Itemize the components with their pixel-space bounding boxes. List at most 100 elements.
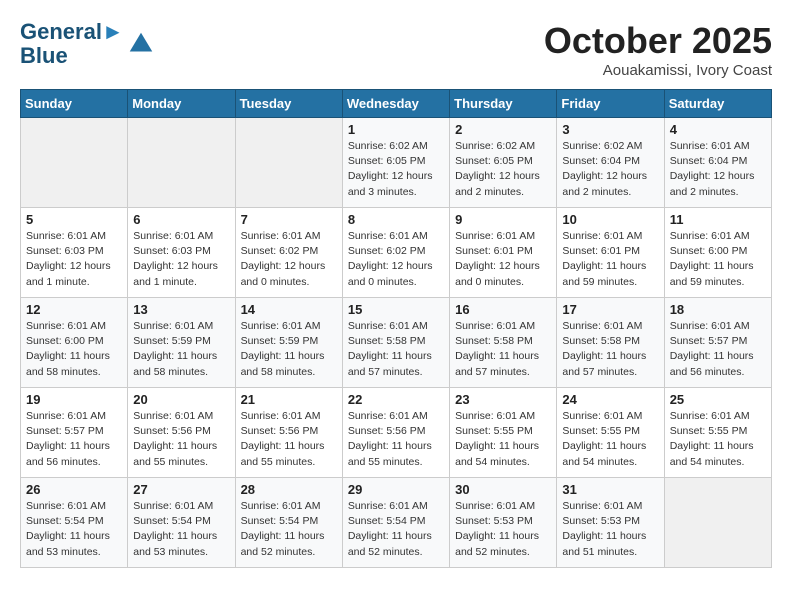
logo-text: General►Blue [20, 20, 124, 68]
day-info: Sunrise: 6:01 AM Sunset: 5:56 PM Dayligh… [241, 409, 337, 470]
day-number: 29 [348, 482, 444, 497]
day-info: Sunrise: 6:01 AM Sunset: 5:55 PM Dayligh… [670, 409, 766, 470]
calendar-cell: 6 Sunrise: 6:01 AM Sunset: 6:03 PM Daylig… [128, 208, 235, 298]
day-number: 2 [455, 122, 551, 137]
calendar-cell: 14 Sunrise: 6:01 AM Sunset: 5:59 PM Dayli… [235, 298, 342, 388]
day-info: Sunrise: 6:01 AM Sunset: 5:59 PM Dayligh… [133, 319, 229, 380]
week-row-3: 12Sunrise: 6:01 AM Sunset: 6:00 PM Dayli… [21, 298, 772, 388]
day-info: Sunrise: 6:01 AM Sunset: 6:01 PM Dayligh… [455, 229, 551, 290]
calendar-cell: 11 Sunrise: 6:01 AM Sunset: 6:00 PM Dayli… [664, 208, 771, 298]
day-info: Sunrise: 6:01 AM Sunset: 6:01 PM Dayligh… [562, 229, 658, 290]
calendar-cell: 5 Sunrise: 6:01 AM Sunset: 6:03 PM Daylig… [21, 208, 128, 298]
day-info: Sunrise: 6:02 AM Sunset: 6:05 PM Dayligh… [455, 139, 551, 200]
day-number: 6 [133, 212, 229, 227]
logo-icon [126, 29, 156, 59]
calendar-cell: 16Sunrise: 6:01 AM Sunset: 5:58 PM Dayli… [450, 298, 557, 388]
page-header: General►Blue October 2025 Aouakamissi, I… [20, 20, 772, 79]
calendar-cell: 27Sunrise: 6:01 AM Sunset: 5:54 PM Dayli… [128, 478, 235, 568]
calendar-cell: 10 Sunrise: 6:01 AM Sunset: 6:01 PM Dayli… [557, 208, 664, 298]
calendar-cell: 26 Sunrise: 6:01 AM Sunset: 5:54 PM Dayli… [21, 478, 128, 568]
day-number: 3 [562, 122, 658, 137]
calendar-cell [21, 118, 128, 208]
title-block: October 2025 Aouakamissi, Ivory Coast [544, 20, 772, 79]
day-number: 11 [670, 212, 766, 227]
weekday-header-wednesday: Wednesday [342, 90, 449, 118]
day-info: Sunrise: 6:01 AM Sunset: 5:57 PM Dayligh… [670, 319, 766, 380]
day-number: 8 [348, 212, 444, 227]
calendar-cell: 30Sunrise: 6:01 AM Sunset: 5:53 PM Dayli… [450, 478, 557, 568]
calendar-cell: 15Sunrise: 6:01 AM Sunset: 5:58 PM Dayli… [342, 298, 449, 388]
calendar-cell: 12Sunrise: 6:01 AM Sunset: 6:00 PM Dayli… [21, 298, 128, 388]
day-info: Sunrise: 6:01 AM Sunset: 6:03 PM Dayligh… [133, 229, 229, 290]
calendar-table: SundayMondayTuesdayWednesdayThursdayFrid… [20, 89, 772, 568]
calendar-cell [664, 478, 771, 568]
day-info: Sunrise: 6:02 AM Sunset: 6:05 PM Dayligh… [348, 139, 444, 200]
calendar-cell: 25 Sunrise: 6:01 AM Sunset: 5:55 PM Dayli… [664, 388, 771, 478]
calendar-cell: 7 Sunrise: 6:01 AM Sunset: 6:02 PM Daylig… [235, 208, 342, 298]
day-number: 27 [133, 482, 229, 497]
day-number: 19 [26, 392, 122, 407]
week-row-4: 19 Sunrise: 6:01 AM Sunset: 5:57 PM Dayli… [21, 388, 772, 478]
calendar-cell [235, 118, 342, 208]
day-info: Sunrise: 6:01 AM Sunset: 5:55 PM Dayligh… [562, 409, 658, 470]
day-info: Sunrise: 6:01 AM Sunset: 6:03 PM Dayligh… [26, 229, 122, 290]
day-info: Sunrise: 6:01 AM Sunset: 5:58 PM Dayligh… [348, 319, 444, 380]
calendar-cell: 9 Sunrise: 6:01 AM Sunset: 6:01 PM Daylig… [450, 208, 557, 298]
day-number: 24 [562, 392, 658, 407]
day-info: Sunrise: 6:01 AM Sunset: 5:56 PM Dayligh… [133, 409, 229, 470]
day-number: 13 [133, 302, 229, 317]
day-number: 14 [241, 302, 337, 317]
day-number: 17 [562, 302, 658, 317]
weekday-header-thursday: Thursday [450, 90, 557, 118]
calendar-cell: 24 Sunrise: 6:01 AM Sunset: 5:55 PM Dayli… [557, 388, 664, 478]
day-info: Sunrise: 6:01 AM Sunset: 5:53 PM Dayligh… [562, 499, 658, 560]
day-info: Sunrise: 6:01 AM Sunset: 5:57 PM Dayligh… [26, 409, 122, 470]
calendar-cell: 18 Sunrise: 6:01 AM Sunset: 5:57 PM Dayli… [664, 298, 771, 388]
day-number: 1 [348, 122, 444, 137]
day-number: 28 [241, 482, 337, 497]
day-info: Sunrise: 6:01 AM Sunset: 5:54 PM Dayligh… [26, 499, 122, 560]
day-number: 18 [670, 302, 766, 317]
calendar-cell: 2 Sunrise: 6:02 AM Sunset: 6:05 PM Daylig… [450, 118, 557, 208]
calendar-cell: 1 Sunrise: 6:02 AM Sunset: 6:05 PM Daylig… [342, 118, 449, 208]
day-info: Sunrise: 6:01 AM Sunset: 6:02 PM Dayligh… [241, 229, 337, 290]
day-number: 4 [670, 122, 766, 137]
day-info: Sunrise: 6:01 AM Sunset: 5:58 PM Dayligh… [455, 319, 551, 380]
calendar-cell: 8 Sunrise: 6:01 AM Sunset: 6:02 PM Daylig… [342, 208, 449, 298]
day-number: 9 [455, 212, 551, 227]
calendar-cell: 21 Sunrise: 6:01 AM Sunset: 5:56 PM Dayli… [235, 388, 342, 478]
logo: General►Blue [20, 20, 156, 68]
day-info: Sunrise: 6:01 AM Sunset: 6:00 PM Dayligh… [26, 319, 122, 380]
day-number: 21 [241, 392, 337, 407]
calendar-cell: 13 Sunrise: 6:01 AM Sunset: 5:59 PM Dayli… [128, 298, 235, 388]
day-info: Sunrise: 6:01 AM Sunset: 5:54 PM Dayligh… [241, 499, 337, 560]
day-number: 7 [241, 212, 337, 227]
day-info: Sunrise: 6:01 AM Sunset: 5:56 PM Dayligh… [348, 409, 444, 470]
calendar-cell: 4 Sunrise: 6:01 AM Sunset: 6:04 PM Daylig… [664, 118, 771, 208]
month-title: October 2025 [544, 20, 772, 62]
day-info: Sunrise: 6:01 AM Sunset: 5:55 PM Dayligh… [455, 409, 551, 470]
day-number: 26 [26, 482, 122, 497]
day-info: Sunrise: 6:01 AM Sunset: 6:02 PM Dayligh… [348, 229, 444, 290]
week-row-5: 26 Sunrise: 6:01 AM Sunset: 5:54 PM Dayli… [21, 478, 772, 568]
weekday-header-saturday: Saturday [664, 90, 771, 118]
week-row-1: 1 Sunrise: 6:02 AM Sunset: 6:05 PM Daylig… [21, 118, 772, 208]
calendar-cell: 20 Sunrise: 6:01 AM Sunset: 5:56 PM Dayli… [128, 388, 235, 478]
day-info: Sunrise: 6:01 AM Sunset: 5:58 PM Dayligh… [562, 319, 658, 380]
calendar-cell: 19 Sunrise: 6:01 AM Sunset: 5:57 PM Dayli… [21, 388, 128, 478]
day-number: 20 [133, 392, 229, 407]
day-info: Sunrise: 6:01 AM Sunset: 5:59 PM Dayligh… [241, 319, 337, 380]
calendar-cell: 17 Sunrise: 6:01 AM Sunset: 5:58 PM Dayli… [557, 298, 664, 388]
weekday-header-monday: Monday [128, 90, 235, 118]
calendar-cell: 22Sunrise: 6:01 AM Sunset: 5:56 PM Dayli… [342, 388, 449, 478]
calendar-cell: 31Sunrise: 6:01 AM Sunset: 5:53 PM Dayli… [557, 478, 664, 568]
day-number: 5 [26, 212, 122, 227]
day-info: Sunrise: 6:01 AM Sunset: 5:53 PM Dayligh… [455, 499, 551, 560]
calendar-cell: 29Sunrise: 6:01 AM Sunset: 5:54 PM Dayli… [342, 478, 449, 568]
calendar-cell: 28 Sunrise: 6:01 AM Sunset: 5:54 PM Dayli… [235, 478, 342, 568]
day-info: Sunrise: 6:01 AM Sunset: 6:00 PM Dayligh… [670, 229, 766, 290]
day-number: 25 [670, 392, 766, 407]
day-number: 10 [562, 212, 658, 227]
week-row-2: 5 Sunrise: 6:01 AM Sunset: 6:03 PM Daylig… [21, 208, 772, 298]
day-info: Sunrise: 6:01 AM Sunset: 6:04 PM Dayligh… [670, 139, 766, 200]
